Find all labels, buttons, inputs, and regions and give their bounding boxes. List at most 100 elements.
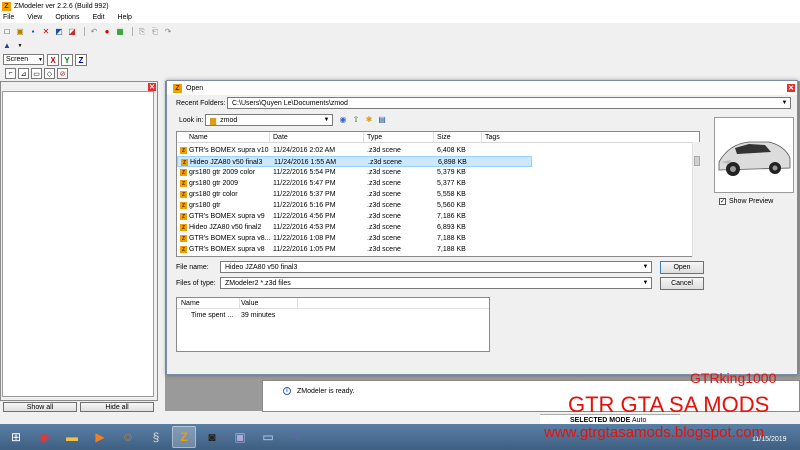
look-in-select[interactable]: ▆ zmod ▼ [205,114,333,126]
col-date[interactable]: Date [273,134,288,141]
col-size[interactable]: Size [437,134,451,141]
camera-icon[interactable]: ◙ [200,426,224,448]
export-icon[interactable]: ◪ [67,27,77,37]
col-type[interactable]: Type [367,134,382,141]
close-icon[interactable]: ✕ [787,84,795,92]
zmodeler-taskbar-icon[interactable]: Z [172,426,196,448]
author-watermark: GTRking1000 [690,370,777,386]
up-folder-icon[interactable]: ⇧ [351,115,361,125]
file-name: grs180 gtr color [189,191,238,198]
file-type: .z3d scene [367,191,401,198]
recent-folders-select[interactable]: C:\Users\Quyen Le\Documents\zmod ▼ [227,97,791,109]
file-list[interactable]: Name Date Type Size Tags Z GTR's BOMEX su… [176,131,700,257]
file-row[interactable]: Z Hideo JZA80 v50 final2 11/22/2016 4:53 P… [177,222,532,233]
file-row[interactable]: Z Hideo JZA80 v50 final3 11/24/2016 1:55 A… [177,156,532,167]
file-date: 11/22/2016 4:56 PM [273,213,336,220]
menu-options[interactable]: Options [55,14,79,21]
file-row[interactable]: Zgrs180 gtr color 11/22/2016 5:37 PM .z3d … [177,189,532,200]
media-player-icon[interactable]: ▶ [88,426,112,448]
file-date: 11/22/2016 5:37 PM [273,191,336,198]
window-icon[interactable]: ▭ [256,426,280,448]
mode-vertex-icon[interactable]: ⌐ [5,68,16,79]
menu-edit[interactable]: Edit [92,14,104,21]
file-row[interactable]: Z GTR's BOMEX supra v8... 11/22/2016 1:08 … [177,233,532,244]
file-type: .z3d scene [367,246,401,253]
game-icon[interactable]: ☺ [116,426,140,448]
axis-y-button[interactable]: Y [61,54,73,66]
files-of-type-select[interactable]: ZModeler2 *.z3d files ▼ [220,277,652,289]
secondary-toolbar: ▲ ▼ [0,40,800,52]
z3d-file-icon: Z [180,246,187,253]
image-viewer-icon[interactable]: ▣ [228,426,252,448]
chevron-down-icon[interactable]: ▼ [15,41,25,51]
file-date: 11/22/2016 1:05 PM [273,246,336,253]
app-title: ZModeler ver 2.2.6 (Build 992) [14,2,109,10]
mode-edge-icon[interactable]: ⊿ [18,68,29,79]
checkbox-checked-icon[interactable]: ✓ [719,198,726,205]
recent-folders-value: C:\Users\Quyen Le\Documents\zmod [232,99,348,107]
file-name: grs180 gtr [189,202,221,209]
new-file-icon[interactable]: □ [2,27,12,37]
screen-select[interactable]: Screen ▼ [3,54,44,65]
chevron-down-icon: ▼ [781,100,788,106]
mode-object-icon[interactable]: ◇ [44,68,55,79]
undo-icon[interactable]: ↶ [89,27,99,37]
close-icon[interactable]: ✕ [148,83,156,91]
render-icon[interactable]: ▦ [115,27,125,37]
redo-icon[interactable]: ↷ [163,27,173,37]
prop-value: 39 minutes [241,312,276,319]
file-name-input[interactable]: Hideo JZA80 v50 final3 ▼ [220,261,652,273]
file-type: .z3d scene [367,224,401,231]
show-preview-toggle[interactable]: ✓ Show Preview [719,198,773,205]
record-icon[interactable]: ● [102,27,112,37]
info-icon: i [283,387,291,395]
new-folder-icon[interactable]: ✱ [364,115,374,125]
recent-folders-label: Recent Folders: [176,100,226,107]
open-button[interactable]: Open [660,261,704,274]
mode-face-icon[interactable]: ▭ [31,68,42,79]
file-date: 11/22/2016 5:47 PM [273,180,336,187]
editor-icon[interactable]: ✎ [284,426,308,448]
status-message: ZModeler is ready. [297,387,355,395]
paste-icon[interactable]: ⎗ [150,27,160,37]
menu-view[interactable]: View [27,14,42,21]
copy-icon[interactable]: ⎘ [137,27,147,37]
cancel-button[interactable]: Cancel [660,277,704,290]
folder-icon: ▆ [210,115,217,125]
gta-sa-icon[interactable]: § [144,426,168,448]
chevron-down-icon: ▼ [642,280,649,286]
z3d-file-icon: Z [180,235,187,242]
file-row[interactable]: Zgrs180 gtr 2009 color 11/22/2016 5:54 PM… [177,167,532,178]
chrome-icon[interactable]: ◉ [32,426,56,448]
object-list[interactable] [2,91,154,397]
col-name[interactable]: Name [189,134,208,141]
file-explorer-icon[interactable]: ▬ [60,426,84,448]
mode-block-icon[interactable]: ⊘ [57,68,68,79]
save-icon[interactable]: ▪ [28,27,38,37]
open-file-icon[interactable]: ▣ [15,27,25,37]
file-date: 11/24/2016 2:02 AM [273,147,336,154]
menu-file[interactable]: File [3,14,14,21]
file-date: 11/22/2016 5:16 PM [273,202,336,209]
show-all-button[interactable]: Show all [3,402,77,412]
view-menu-icon[interactable]: ▤ [377,115,387,125]
axis-x-button[interactable]: X [47,54,59,66]
back-icon[interactable]: ◉ [338,115,348,125]
file-row[interactable]: Zgrs180 gtr 11/22/2016 5:16 PM .z3d scene 5… [177,200,532,211]
file-row[interactable]: Z GTR's BOMEX supra v10 11/24/2016 2:02 AM… [177,145,532,156]
file-list-scrollbar[interactable] [692,142,700,257]
look-in-label: Look in: [179,117,204,124]
select-pointer-icon[interactable]: ▲ [2,41,12,51]
menu-help[interactable]: Help [118,14,132,21]
delete-icon[interactable]: ✕ [41,27,51,37]
file-type: .z3d scene [367,213,401,220]
col-tags[interactable]: Tags [485,134,500,141]
hide-all-button[interactable]: Hide all [80,402,154,412]
file-row[interactable]: Z GTR's BOMEX supra v8 11/22/2016 1:05 PM.… [177,244,532,255]
axis-z-button[interactable]: Z [75,54,87,66]
file-row[interactable]: Zgrs180 gtr 2009 11/22/2016 5:47 PM .z3d s… [177,178,532,189]
import-icon[interactable]: ◩ [54,27,64,37]
look-in-value: zmod [220,116,238,124]
start-button-icon[interactable]: ⊞ [4,426,28,448]
file-row[interactable]: Z GTR's BOMEX supra v9 11/22/2016 4:56 PM.… [177,211,532,222]
